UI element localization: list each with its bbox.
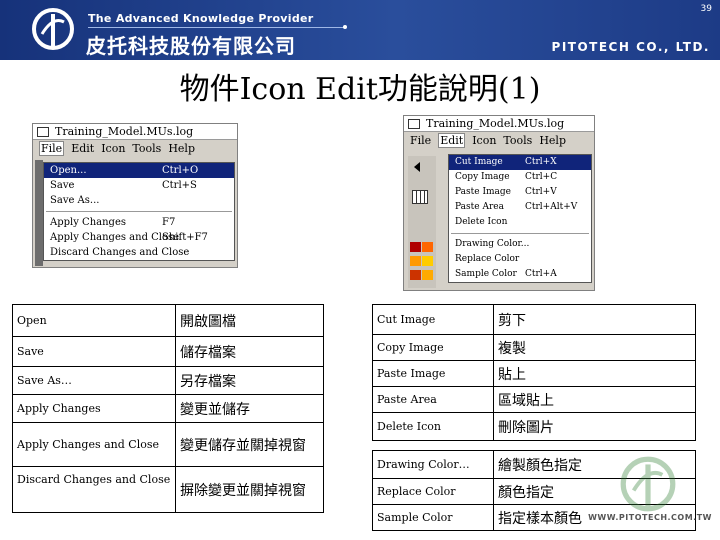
menu-edit[interactable]: Edit (438, 133, 466, 148)
menu-help[interactable]: Help (168, 142, 195, 155)
command-en: Save As… (12, 366, 176, 395)
command-cn: 變更並儲存 (175, 394, 324, 423)
company-name-cn: 皮托科技股份有限公司 (86, 34, 296, 58)
menubar: File Edit Icon Tools Help (33, 140, 237, 158)
command-cn: 開啟圖檔 (175, 304, 324, 337)
window-title: Training_Model.MUs.log (426, 117, 565, 130)
color-swatch[interactable] (422, 242, 433, 252)
command-cn: 刪除圖片 (493, 412, 696, 441)
command-en: Replace Color (372, 478, 494, 505)
table-row: Open 開啟圖檔 (12, 304, 324, 337)
file-commands-table: Open 開啟圖檔 Save 儲存檔案 Save As… 另存檔案 Apply … (12, 304, 324, 513)
window-title: Training_Model.MUs.log (55, 125, 194, 138)
command-cn: 貼上 (493, 360, 696, 387)
menu-tools[interactable]: Tools (132, 142, 161, 155)
watermark-url: WWW.PITOTECH.COM.TW (588, 513, 712, 522)
table-row: Discard Changes and Close 摒除變更並關掉視窗 (12, 466, 324, 513)
left-toolbar (408, 156, 436, 288)
scroll-left-arrow-icon[interactable] (414, 162, 420, 172)
table-row: Paste Area 區域貼上 (372, 386, 696, 413)
menu-item-sample-color[interactable]: Sample Color Ctrl+A (449, 267, 591, 282)
command-cn: 區域貼上 (493, 386, 696, 413)
menu-item-paste-image[interactable]: Paste Image Ctrl+V (449, 185, 591, 200)
menu-tools[interactable]: Tools (503, 134, 532, 147)
window-titlebar: Training_Model.MUs.log (404, 116, 594, 132)
slide-number: 39 (700, 4, 712, 14)
menu-icon[interactable]: Icon (472, 134, 496, 147)
color-swatch[interactable] (410, 242, 421, 252)
command-en: Apply Changes (12, 394, 176, 423)
window-icon (37, 127, 49, 137)
menu-item-paste-area[interactable]: Paste Area Ctrl+Alt+V (449, 200, 591, 215)
tagline-rule (88, 27, 346, 28)
command-cn: 剪下 (493, 304, 696, 335)
table-row: Apply Changes and Close 變更儲存並關掉視窗 (12, 422, 324, 467)
command-cn: 摒除變更並關掉視窗 (175, 466, 324, 513)
color-swatch[interactable] (422, 256, 433, 266)
command-en: Apply Changes and Close (12, 422, 176, 467)
table-row: Paste Image 貼上 (372, 360, 696, 387)
table-row: Apply Changes 變更並儲存 (12, 394, 324, 423)
command-en: Cut Image (372, 304, 494, 335)
menu-icon[interactable]: Icon (101, 142, 125, 155)
edit-dropdown-menu: Cut Image Ctrl+X Copy Image Ctrl+C Paste I… (448, 154, 592, 283)
table-row: Save As… 另存檔案 (12, 366, 324, 395)
command-en: Drawing Color… (372, 450, 494, 479)
command-en: Copy Image (372, 334, 494, 361)
command-cn: 複製 (493, 334, 696, 361)
color-swatch[interactable] (410, 256, 421, 266)
grid-tool-icon[interactable] (412, 190, 428, 204)
menu-item-delete-icon[interactable]: Delete Icon (449, 215, 591, 230)
menu-item-cut-image[interactable]: Cut Image Ctrl+X (449, 155, 591, 170)
edit-commands-table: Cut Image 剪下 Copy Image 複製 Paste Image 貼… (372, 304, 696, 441)
command-en: Open (12, 304, 176, 337)
color-swatch[interactable] (422, 270, 433, 280)
menu-item-drawing-color[interactable]: Drawing Color... (449, 237, 591, 252)
table-row: Copy Image 複製 (372, 334, 696, 361)
command-en: Sample Color (372, 504, 494, 531)
command-en: Paste Image (372, 360, 494, 387)
command-en: Discard Changes and Close (12, 466, 176, 513)
edit-menu-screenshot: Training_Model.MUs.log File Edit Icon Tools… (403, 115, 595, 291)
window-icon (408, 119, 420, 129)
table-row: Cut Image 剪下 (372, 304, 696, 335)
menu-item-apply-changes[interactable]: Apply Changes F7 (44, 215, 234, 230)
tagline: The Advanced Knowledge Provider (88, 12, 314, 25)
color-swatch[interactable] (410, 270, 421, 280)
menu-file[interactable]: File (410, 134, 431, 147)
menu-help[interactable]: Help (539, 134, 566, 147)
command-en: Delete Icon (372, 412, 494, 441)
company-name-en: PITOTECH CO., LTD. (551, 40, 710, 54)
table-row: Delete Icon 刪除圖片 (372, 412, 696, 441)
menu-item-open[interactable]: Open... Ctrl+O (44, 163, 234, 178)
window-left-strip (35, 160, 43, 266)
file-menu-screenshot: Training_Model.MUs.log File Edit Icon Tools… (32, 123, 238, 268)
table-row: Save 儲存檔案 (12, 336, 324, 367)
menu-item-discard-changes-close[interactable]: Discard Changes and Close (44, 245, 234, 260)
command-en: Save (12, 336, 176, 367)
file-dropdown-menu: Open... Ctrl+O Save Ctrl+S Save As... Appl… (43, 162, 235, 261)
company-logo-icon (32, 8, 74, 50)
menu-item-save[interactable]: Save Ctrl+S (44, 178, 234, 193)
menu-separator (46, 211, 232, 212)
header-banner: The Advanced Knowledge Provider 皮托科技股份有限… (0, 0, 720, 60)
page-title: 物件Icon Edit功能說明(1) (179, 72, 541, 107)
command-cn: 儲存檔案 (175, 336, 324, 367)
tagline-dot (343, 25, 347, 29)
watermark-logo-icon (620, 456, 676, 512)
command-cn: 變更儲存並關掉視窗 (175, 422, 324, 467)
watermark: WWW.PITOTECH.COM.TW (552, 450, 712, 534)
command-cn: 另存檔案 (175, 366, 324, 395)
menu-file[interactable]: File (39, 141, 65, 156)
menu-edit[interactable]: Edit (71, 142, 94, 155)
menu-separator (451, 233, 589, 234)
menu-item-copy-image[interactable]: Copy Image Ctrl+C (449, 170, 591, 185)
menubar: File Edit Icon Tools Help (404, 132, 594, 150)
menu-item-replace-color[interactable]: Replace Color (449, 252, 591, 267)
command-en: Paste Area (372, 386, 494, 413)
window-titlebar: Training_Model.MUs.log (33, 124, 237, 140)
menu-item-apply-changes-close[interactable]: Apply Changes and Close Shift+F7 (44, 230, 234, 245)
menu-item-save-as[interactable]: Save As... (44, 193, 234, 208)
